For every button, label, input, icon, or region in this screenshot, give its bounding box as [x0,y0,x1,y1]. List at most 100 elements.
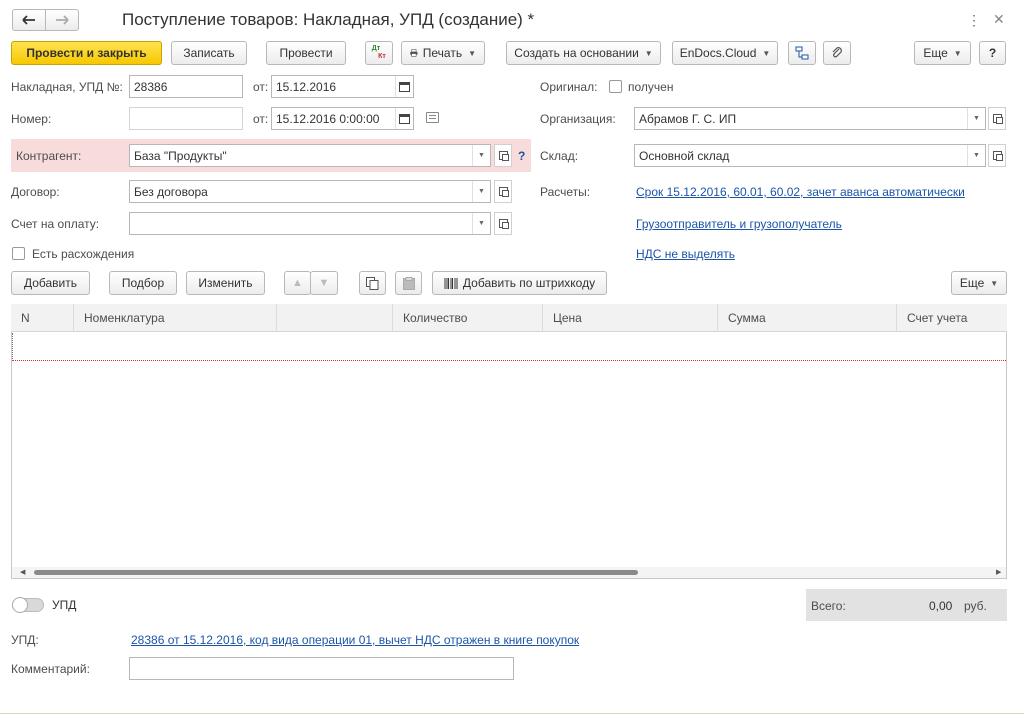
chevron-down-icon: ▼ [953,48,962,58]
attach-button[interactable] [823,41,851,65]
add-by-barcode-button[interactable]: Добавить по штрихкоду [432,271,607,295]
open-icon [498,219,509,229]
endocs-button[interactable]: EnDocs.Cloud ▼ [672,41,778,65]
payment-invoice-open-button[interactable] [494,212,512,235]
column-header[interactable]: Сумма [718,304,897,332]
counterparty-label: Контрагент: [16,149,82,163]
payment-invoice-label: Счет на оплату: [11,217,100,231]
bottom-divider [0,713,1024,714]
scroll-left-icon[interactable]: ◀ [20,568,25,576]
total-currency: руб. [964,599,987,613]
comment-label: Комментарий: [11,662,90,676]
organization-label: Организация: [540,112,616,126]
warehouse-field[interactable]: Основной склад ▼ [634,144,986,167]
vat-link[interactable]: НДС не выделять [636,247,735,261]
upd-link[interactable]: 28386 от 15.12.2016, код вида операции 0… [131,633,579,647]
move-up-button[interactable]: ▲ [284,271,311,295]
close-icon[interactable]: ✕ [993,11,1005,28]
table-new-row[interactable] [12,333,1006,361]
contract-open-button[interactable] [494,180,512,203]
kt-label: Кт [378,53,386,60]
comment-field[interactable] [129,657,514,680]
create-based-on-button[interactable]: Создать на основании ▼ [506,41,661,65]
invoice-date-label: от: [253,80,269,94]
column-header[interactable] [277,304,393,332]
paste-icon [402,276,415,290]
table-scrollbar[interactable]: ◀ ▶ [12,567,1006,578]
contract-label: Договор: [11,185,60,199]
upd-label: УПД: [11,633,39,647]
paperclip-icon [832,47,842,58]
number-date-field[interactable]: 15.12.2016 0:00:00 [271,107,414,130]
window-title: Поступление товаров: Накладная, УПД (соз… [122,10,535,29]
printer-icon [410,49,418,57]
contract-field[interactable]: Без договора ▼ [129,180,491,203]
original-received-checkbox[interactable] [609,80,622,93]
calendar-icon [399,113,410,124]
structure-button[interactable] [788,41,816,65]
arrow-down-icon: ▼ [318,277,330,289]
discrepancy-checkbox[interactable] [12,247,25,260]
chevron-down-icon[interactable]: ▼ [967,145,985,166]
invoice-date-value: 15.12.2016 [276,79,337,94]
change-button[interactable]: Изменить [186,271,265,295]
number-field[interactable] [129,107,243,130]
organization-value: Абрамов Г. С. ИП [639,111,737,126]
calendar-icon [399,81,410,92]
counterparty-field[interactable]: База "Продукты" ▼ [129,144,491,167]
organization-field[interactable]: Абрамов Г. С. ИП ▼ [634,107,986,130]
column-header[interactable]: Номенклатура [74,304,277,332]
organization-open-button[interactable] [988,107,1006,130]
forward-button[interactable] [45,9,79,31]
open-icon [992,151,1003,161]
scroll-right-icon[interactable]: ▶ [996,568,1001,576]
upd-toggle-label: УПД [52,598,77,612]
column-header[interactable]: N [11,304,74,332]
copy-button[interactable] [359,271,386,295]
chevron-down-icon[interactable]: ▼ [967,108,985,129]
scrollbar-thumb[interactable] [34,570,638,575]
invoice-number-value: 28386 [134,79,168,94]
print-button[interactable]: Печать ▼ [401,41,485,65]
chevron-down-icon[interactable]: ▼ [472,213,490,234]
counterparty-open-button[interactable] [494,144,512,167]
back-button[interactable] [12,9,46,31]
chevron-down-icon: ▼ [990,278,999,288]
settlements-link[interactable]: Срок 15.12.2016, 60.01, 60.02, зачет ава… [636,185,965,199]
upd-toggle[interactable] [12,597,44,613]
shipper-consignee-link[interactable]: Грузоотправитель и грузополучатель [636,217,842,231]
invoice-date-field[interactable]: 15.12.2016 [271,75,414,98]
save-button[interactable]: Записать [171,41,247,65]
calendar-button[interactable] [395,108,413,129]
open-icon [498,151,509,161]
window-menu-icon[interactable]: ⋮ [967,12,981,28]
column-header[interactable]: Счет учета [897,304,1007,332]
warehouse-open-button[interactable] [988,144,1006,167]
number-date-label: от: [253,112,269,126]
help-button[interactable]: ? [979,41,1006,65]
post-button[interactable]: Провести [266,41,346,65]
upd-toggle-knob [12,597,28,613]
counterparty-help-icon[interactable]: ? [518,149,525,163]
pick-button[interactable]: Подбор [109,271,177,295]
table-more-button[interactable]: Еще ▼ [951,271,1007,295]
discrepancy-label: Есть расхождения [32,247,135,261]
paste-button[interactable] [395,271,422,295]
move-down-button[interactable]: ▼ [310,271,338,295]
dt-kt-button[interactable]: Дт Кт [365,41,393,65]
calendar-button[interactable] [395,76,413,97]
warehouse-value: Основной склад [639,148,730,163]
chevron-down-icon[interactable]: ▼ [472,181,490,202]
more-button[interactable]: Еще ▼ [914,41,971,65]
print-label: Печать [422,46,463,60]
history-icon[interactable] [426,112,439,123]
column-header[interactable]: Количество [393,304,543,332]
column-header[interactable]: Цена [543,304,718,332]
invoice-number-field[interactable]: 28386 [129,75,243,98]
chevron-down-icon: ▼ [644,48,653,58]
payment-invoice-field[interactable]: ▼ [129,212,491,235]
add-row-button[interactable]: Добавить [11,271,90,295]
post-and-close-button[interactable]: Провести и закрыть [11,41,162,65]
more-label: Еще [923,46,948,60]
chevron-down-icon[interactable]: ▼ [472,145,490,166]
